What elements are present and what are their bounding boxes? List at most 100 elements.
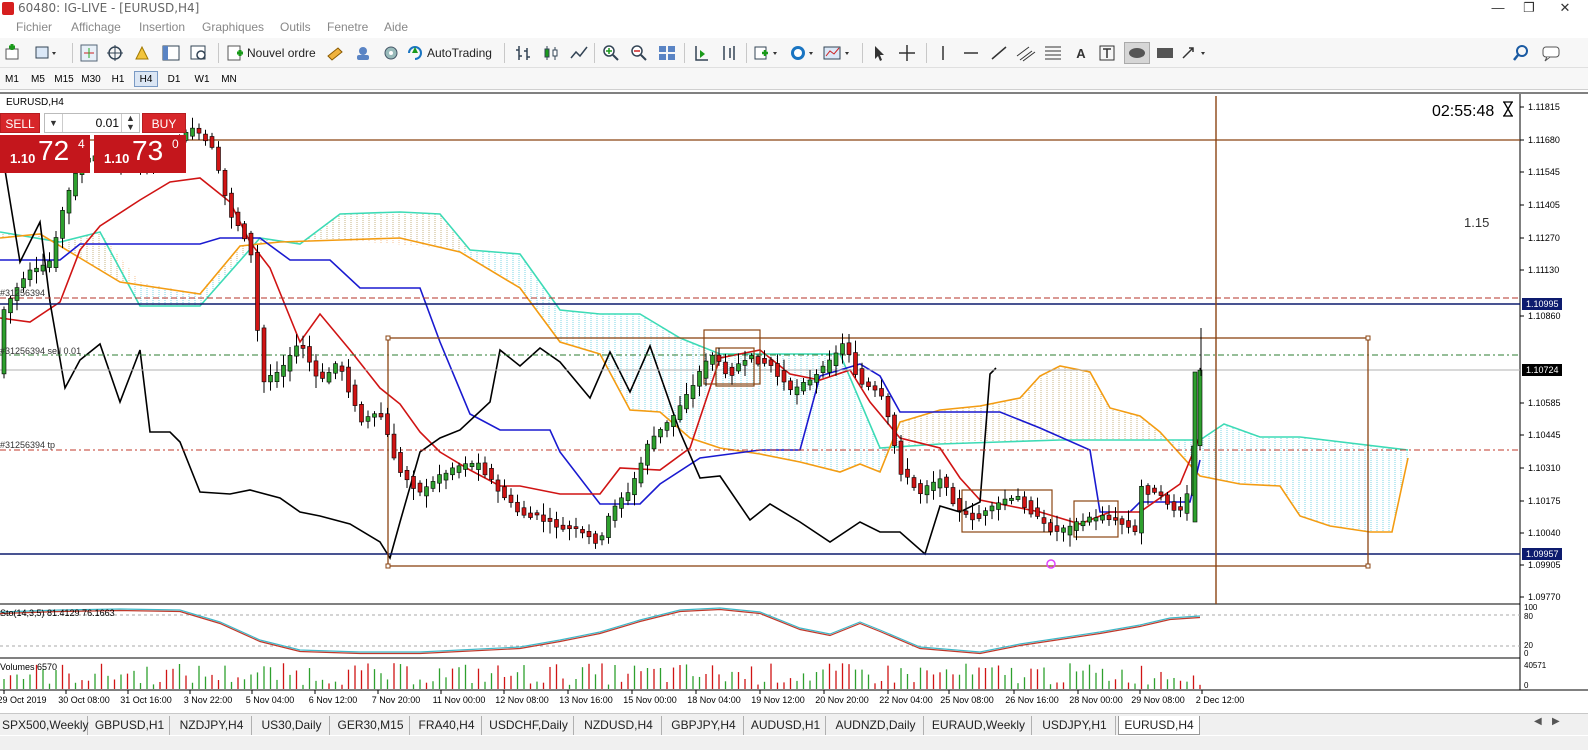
search-icon[interactable] xyxy=(1510,42,1532,64)
timeframe-h4[interactable]: H4 xyxy=(134,71,158,87)
vertical-line-icon[interactable] xyxy=(932,42,954,64)
text-label-icon[interactable] xyxy=(1096,42,1118,64)
menu-aide[interactable]: Aide xyxy=(384,20,408,34)
tabs-scroll-left-icon[interactable]: ◀ xyxy=(1534,716,1542,727)
line-chart-icon[interactable] xyxy=(568,42,590,64)
tab-gbpusd-h1[interactable]: GBPUSD,H1 xyxy=(90,716,170,735)
restore-button[interactable]: ❐ xyxy=(1514,0,1544,18)
sell-price-button[interactable]: 1.10 72 4 xyxy=(0,135,90,173)
new-order-button[interactable]: Nouvel ordre xyxy=(226,42,320,64)
sell-order-label[interactable]: #31256394 sell 0.01 xyxy=(0,346,81,356)
candle-body xyxy=(203,133,208,142)
bar-chart-icon[interactable] xyxy=(512,42,534,64)
strategy-tester-icon[interactable] xyxy=(188,42,210,64)
metaeditor-icon[interactable] xyxy=(324,42,346,64)
data-window-icon[interactable] xyxy=(104,42,126,64)
lot-dropdown-icon[interactable]: ▼ xyxy=(45,114,63,132)
templates-icon[interactable] xyxy=(822,42,854,64)
chart-shift-icon[interactable] xyxy=(718,42,740,64)
buy-price-button[interactable]: 1.10 73 0 xyxy=(94,135,186,173)
auto-scroll-icon[interactable] xyxy=(690,42,712,64)
menu-outils[interactable]: Outils xyxy=(280,20,311,34)
candle-body xyxy=(547,517,553,522)
minimize-button[interactable]: — xyxy=(1483,0,1513,18)
profiles-icon[interactable] xyxy=(34,42,62,64)
timeframe-w1[interactable]: W1 xyxy=(190,71,214,87)
ellipse-icon[interactable] xyxy=(1124,42,1150,64)
tab-spx500-weekly[interactable]: SPX500,Weekly xyxy=(2,716,89,735)
close-button[interactable]: ✕ xyxy=(1550,0,1580,18)
timeframe-m1[interactable]: M1 xyxy=(0,71,24,87)
tab-fra40-h4[interactable]: FRA40,H4 xyxy=(412,716,482,735)
tab-audnzd-daily[interactable]: AUDNZD,Daily xyxy=(828,716,924,735)
tab-eurusd-h4[interactable]: EURUSD,H4 xyxy=(1118,716,1200,735)
tab-nzdjpy-h4[interactable]: NZDJPY,H4 xyxy=(172,716,252,735)
buy-button[interactable]: BUY xyxy=(142,113,186,133)
timeframe-m5[interactable]: M5 xyxy=(26,71,50,87)
zoom-in-icon[interactable] xyxy=(600,42,622,64)
lot-size-value[interactable]: 0.01 xyxy=(96,116,119,130)
tab-nzdusd-h4[interactable]: NZDUSD,H4 xyxy=(576,716,662,735)
price-label: 1.11680 xyxy=(1528,135,1560,145)
market-watch-icon[interactable] xyxy=(78,42,100,64)
sell-button[interactable]: SELL xyxy=(0,113,40,133)
tab-ger30-m15[interactable]: GER30,M15 xyxy=(332,716,410,735)
periods-icon[interactable] xyxy=(788,42,818,64)
timeframe-m30[interactable]: M30 xyxy=(79,71,103,87)
tabs-scroll-right-icon[interactable]: ▶ xyxy=(1552,716,1560,727)
text-icon[interactable]: A xyxy=(1070,42,1092,64)
chart-canvas[interactable]: 1.11815 1.11680 1.11545 1.11405 1.11270 1.111… xyxy=(0,92,1588,712)
tab-us30-daily[interactable]: US30,Daily xyxy=(254,716,330,735)
chart-annotation-text[interactable]: 1.15 xyxy=(1464,215,1489,230)
candle-body xyxy=(898,440,904,475)
candle-body xyxy=(820,365,826,373)
lot-size-input[interactable]: ▼ 0.01 ▲ ▼ xyxy=(44,113,140,133)
new-chart-icon[interactable] xyxy=(2,42,24,64)
menu-affichage[interactable]: Affichage xyxy=(71,20,121,34)
menu-graphiques[interactable]: Graphiques xyxy=(202,20,264,34)
timeframe-h1[interactable]: H1 xyxy=(106,71,130,87)
zoom-out-icon[interactable] xyxy=(628,42,650,64)
menu-fichier[interactable]: Fichier xyxy=(16,20,52,34)
autotrading-button[interactable]: AutoTrading xyxy=(406,42,498,64)
timeframe-m15[interactable]: M15 xyxy=(52,71,76,87)
tile-windows-icon[interactable] xyxy=(656,42,678,64)
fibonacci-icon[interactable] xyxy=(1042,42,1064,64)
tab-audusd-h1[interactable]: AUDUSD,H1 xyxy=(746,716,826,735)
tab-gbpjpy-h4[interactable]: GBPJPY,H4 xyxy=(664,716,744,735)
arrows-icon[interactable] xyxy=(1180,42,1212,64)
tab-usdjpy-h1[interactable]: USDJPY,H1 xyxy=(1034,716,1116,735)
chat-icon[interactable] xyxy=(1540,42,1562,64)
candle-body xyxy=(424,486,429,497)
trendline-icon[interactable] xyxy=(988,42,1010,64)
timeframe-d1[interactable]: D1 xyxy=(162,71,186,87)
terminal-icon[interactable] xyxy=(160,42,182,64)
candle-body xyxy=(1139,485,1144,534)
navigator-icon[interactable] xyxy=(132,42,154,64)
tab-usdchf-daily[interactable]: USDCHF,Daily xyxy=(484,716,574,735)
tab-euraud-weekly[interactable]: EURAUD,Weekly xyxy=(926,716,1032,735)
options-icon[interactable] xyxy=(380,42,402,64)
equidistant-channel-icon[interactable] xyxy=(1014,42,1038,64)
window-title: 60480: IG-LIVE - [EURUSD,H4] xyxy=(18,1,200,15)
rectangle-icon[interactable] xyxy=(1154,42,1176,64)
horizontal-line-icon[interactable] xyxy=(960,42,982,64)
indicators-icon[interactable] xyxy=(752,42,782,64)
take-profit-label[interactable]: #31256394 tp xyxy=(0,440,55,450)
menu-insertion[interactable]: Insertion xyxy=(139,20,185,34)
price-label: 1.11815 xyxy=(1528,102,1560,112)
timeframe-mn[interactable]: MN xyxy=(217,71,241,87)
menu-fenetre[interactable]: Fenetre xyxy=(327,20,368,34)
candle-body xyxy=(313,360,319,377)
candlestick-icon[interactable] xyxy=(540,42,562,64)
chart-window[interactable]: 1.11815 1.11680 1.11545 1.11405 1.11270 1.111… xyxy=(0,92,1588,714)
candle-body xyxy=(1178,506,1183,511)
lot-spinner-icon[interactable]: ▲ ▼ xyxy=(121,114,139,132)
candle-body xyxy=(1171,501,1177,511)
signals-icon[interactable] xyxy=(352,42,374,64)
order-label[interactable]: #31256394 xyxy=(0,288,45,298)
crosshair-icon[interactable] xyxy=(896,42,918,64)
sell-price-prefix: 1.10 xyxy=(10,151,36,166)
cursor-icon[interactable] xyxy=(868,42,890,64)
candle-body xyxy=(651,435,657,450)
